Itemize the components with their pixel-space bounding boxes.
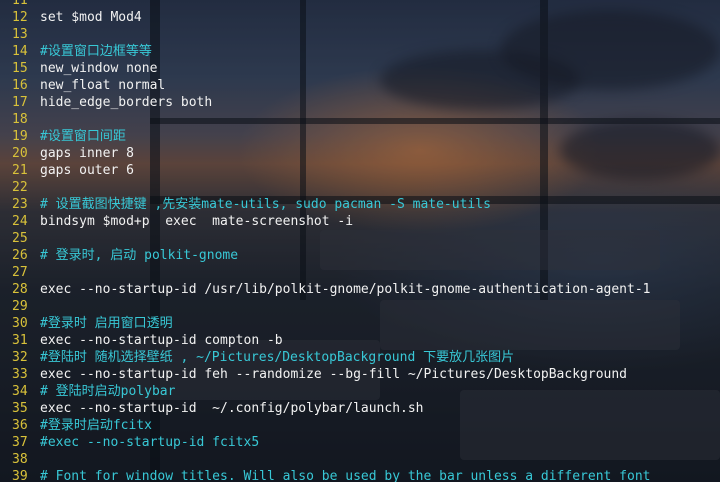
editor-line[interactable]: 30 #登录时 启用窗口透明 bbox=[0, 315, 173, 332]
comment-text: #设置窗口边框等等 bbox=[40, 43, 152, 59]
code-text: new_window none bbox=[40, 60, 158, 76]
editor-line[interactable]: 29 bbox=[0, 298, 40, 315]
line-number: 11 bbox=[12, 0, 28, 8]
editor-line[interactable]: 22 bbox=[0, 179, 40, 196]
editor-line[interactable]: 28 exec --no-startup-id /usr/lib/polkit-g… bbox=[0, 281, 650, 298]
comment-text: #exec --no-startup-id fcitx5 bbox=[40, 434, 260, 450]
line-number: 35 bbox=[12, 400, 28, 416]
line-number: 18 bbox=[12, 111, 28, 127]
line-number: 24 bbox=[12, 213, 28, 229]
editor-line[interactable]: 12 set $mod Mod4 bbox=[0, 9, 142, 26]
editor-line[interactable]: 24 bindsym $mod+p exec mate-screenshot -i bbox=[0, 213, 353, 230]
comment-text: #设置窗口间距 bbox=[40, 128, 126, 144]
editor-line[interactable]: 32 #登陆时 随机选择壁纸 , ~/Pictures/DesktopBackgr… bbox=[0, 349, 514, 366]
editor-line[interactable]: 27 bbox=[0, 264, 40, 281]
code-text: gaps outer 6 bbox=[40, 162, 134, 178]
line-number: 19 bbox=[12, 128, 28, 144]
line-number: 22 bbox=[12, 179, 28, 195]
editor-line[interactable]: 39 # Font for window titles. Will also be… bbox=[0, 468, 650, 482]
comment-text: # 登录时, 启动 polkit-gnome bbox=[40, 247, 239, 263]
line-number: 16 bbox=[12, 77, 28, 93]
code-text: exec --no-startup-id ~/.config/polybar/l… bbox=[40, 400, 424, 416]
editor-line[interactable]: 17 hide_edge_borders both bbox=[0, 94, 212, 111]
editor-line[interactable]: 23 # 设置截图快捷键 ,先安装mate-utils, sudo pacman … bbox=[0, 196, 491, 213]
comment-text: # 登陆时启动polybar bbox=[40, 383, 176, 399]
line-number: 15 bbox=[12, 60, 28, 76]
line-number: 33 bbox=[12, 366, 28, 382]
editor-line[interactable]: 25 bbox=[0, 230, 40, 247]
code-text: hide_edge_borders both bbox=[40, 94, 213, 110]
line-number: 32 bbox=[12, 349, 28, 365]
line-number: 38 bbox=[12, 451, 28, 467]
line-number: 29 bbox=[12, 298, 28, 314]
line-number: 12 bbox=[12, 9, 28, 25]
editor-line[interactable]: 37 #exec --no-startup-id fcitx5 bbox=[0, 434, 259, 451]
comment-text: #登录时启动fcitx bbox=[40, 417, 152, 433]
editor-line[interactable]: 26 # 登录时, 启动 polkit-gnome bbox=[0, 247, 238, 264]
code-text: exec --no-startup-id /usr/lib/polkit-gno… bbox=[40, 281, 651, 297]
config-editor[interactable]: 11 12 set $mod Mod4 13 14 #设置窗口边框等等 15 new_wind… bbox=[0, 0, 720, 482]
editor-line[interactable]: 19 #设置窗口间距 bbox=[0, 128, 126, 145]
editor-line[interactable]: 34 # 登陆时启动polybar bbox=[0, 383, 175, 400]
line-number: 20 bbox=[12, 145, 28, 161]
comment-text: # Font for window titles. Will also be u… bbox=[40, 468, 651, 482]
line-number: 31 bbox=[12, 332, 28, 348]
line-number: 36 bbox=[12, 417, 28, 433]
line-number: 26 bbox=[12, 247, 28, 263]
line-number: 23 bbox=[12, 196, 28, 212]
editor-line[interactable]: 15 new_window none bbox=[0, 60, 157, 77]
code-text: set $mod Mod4 bbox=[40, 9, 142, 25]
code-text: exec --no-startup-id feh --randomize --b… bbox=[40, 366, 627, 382]
editor-line[interactable]: 21 gaps outer 6 bbox=[0, 162, 134, 179]
line-number: 30 bbox=[12, 315, 28, 331]
editor-line[interactable]: 14 #设置窗口边框等等 bbox=[0, 43, 152, 60]
line-number: 27 bbox=[12, 264, 28, 280]
editor-line[interactable]: 38 bbox=[0, 451, 40, 468]
line-number: 21 bbox=[12, 162, 28, 178]
line-number: 37 bbox=[12, 434, 28, 450]
line-number: 25 bbox=[12, 230, 28, 246]
line-number: 17 bbox=[12, 94, 28, 110]
line-number: 14 bbox=[12, 43, 28, 59]
editor-line[interactable]: 18 bbox=[0, 111, 40, 128]
editor-line[interactable]: 35 exec --no-startup-id ~/.config/polybar… bbox=[0, 400, 424, 417]
code-text: new_float normal bbox=[40, 77, 166, 93]
editor-line[interactable]: 13 bbox=[0, 26, 40, 43]
editor-line[interactable]: 31 exec --no-startup-id compton -b bbox=[0, 332, 283, 349]
line-number: 39 bbox=[12, 468, 28, 482]
comment-text: # 设置截图快捷键 ,先安装mate-utils, sudo pacman -S… bbox=[40, 196, 491, 212]
comment-text: #登录时 启用窗口透明 bbox=[40, 315, 173, 331]
line-number: 28 bbox=[12, 281, 28, 297]
code-text: bindsym $mod+p exec mate-screenshot -i bbox=[40, 213, 354, 229]
line-number: 34 bbox=[12, 383, 28, 399]
editor-line[interactable]: 11 bbox=[0, 0, 40, 9]
editor-line[interactable]: 36 #登录时启动fcitx bbox=[0, 417, 152, 434]
editor-line[interactable]: 33 exec --no-startup-id feh --randomize -… bbox=[0, 366, 627, 383]
line-number: 13 bbox=[12, 26, 28, 42]
code-text: gaps inner 8 bbox=[40, 145, 134, 161]
comment-text: #登陆时 随机选择壁纸 , ~/Pictures/DesktopBackgrou… bbox=[40, 349, 515, 365]
editor-line[interactable]: 16 new_float normal bbox=[0, 77, 165, 94]
editor-line[interactable]: 20 gaps inner 8 bbox=[0, 145, 134, 162]
code-text: exec --no-startup-id compton -b bbox=[40, 332, 283, 348]
